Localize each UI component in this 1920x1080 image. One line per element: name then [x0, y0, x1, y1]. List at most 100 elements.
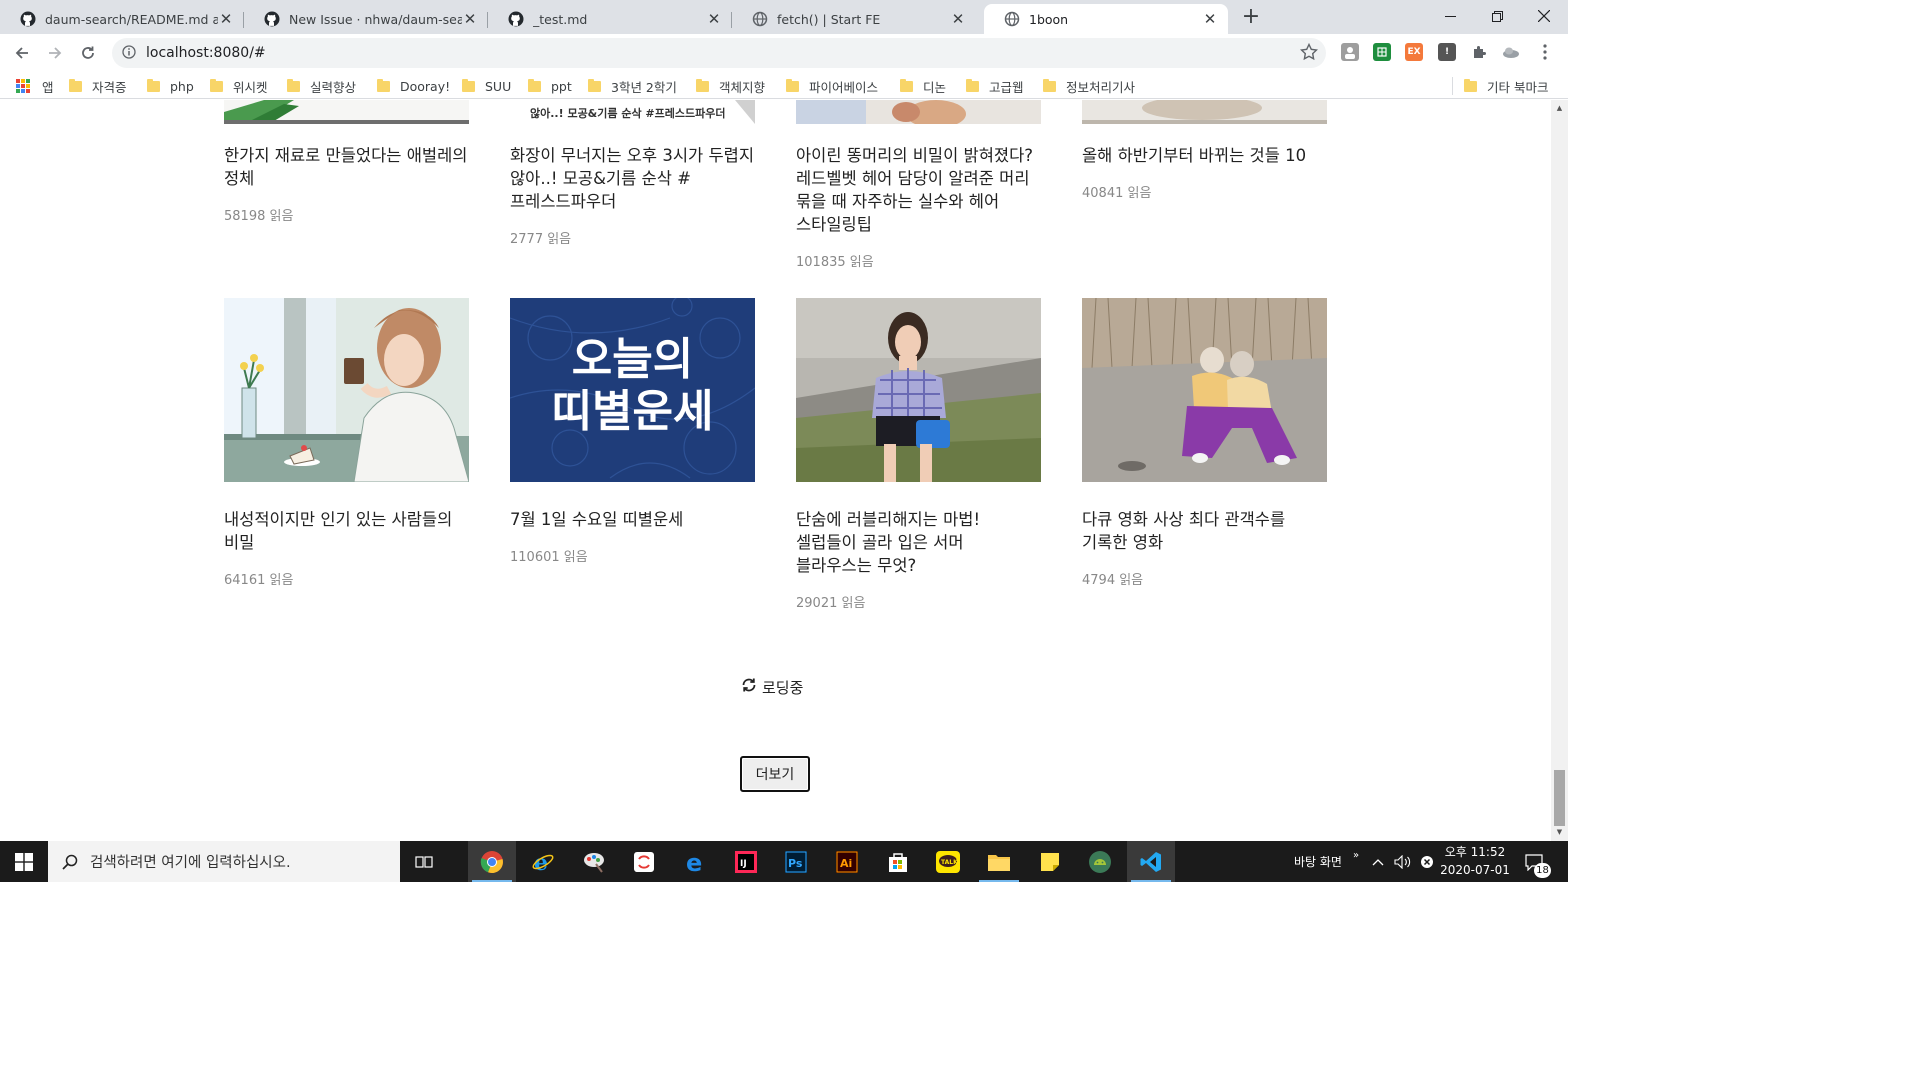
minimize-button[interactable] — [1427, 0, 1473, 32]
store-icon[interactable] — [874, 841, 922, 882]
extension-sheets-icon[interactable] — [1373, 43, 1391, 61]
bookmark-folder[interactable]: 파이어베이스 — [786, 76, 878, 96]
bookmark-folder[interactable]: ppt — [528, 76, 572, 96]
kakaotalk-icon[interactable]: TALK — [924, 841, 972, 882]
android-icon[interactable] — [1076, 841, 1124, 882]
network-disconnected-icon[interactable] — [1420, 841, 1434, 882]
close-icon[interactable]: ✕ — [218, 11, 234, 27]
paint-icon[interactable] — [570, 841, 618, 882]
bookmark-apps[interactable]: 앱 — [16, 76, 54, 96]
bookmark-star-icon[interactable] — [1299, 42, 1319, 65]
tab-new-issue[interactable]: New Issue · nhwa/daum-search ✕ — [244, 4, 488, 34]
extensions-puzzle-icon[interactable] — [1470, 43, 1488, 61]
bookmark-folder[interactable]: 정보처리기사 — [1043, 76, 1135, 96]
extension-cloud-icon[interactable] — [1502, 43, 1520, 61]
article-title[interactable]: 한가지 재료로 만들었다는 애벌레의 정체 — [224, 144, 469, 190]
article-thumbnail[interactable] — [796, 298, 1041, 482]
bookmark-folder[interactable]: 위시켓 — [210, 76, 268, 96]
bookmark-folder[interactable]: 실력향상 — [287, 76, 356, 96]
chrome-icon[interactable] — [468, 841, 516, 882]
ie-icon[interactable]: e — [519, 841, 567, 882]
article-card[interactable]: 오늘의 띠별운세 7월 1일 수요일 띠별운세 110601 읽음 — [510, 298, 755, 565]
article-card[interactable]: 다큐 영화 사상 최다 관객수를 기록한 영화 4794 읽음 — [1082, 298, 1327, 588]
article-thumbnail[interactable]: 오늘의 띠별운세 — [510, 298, 755, 482]
tray-expand-icon[interactable] — [1372, 841, 1384, 882]
article-card[interactable]: 화장이 무너지는 오후 3시가 두렵지 않아..! 모공&기름 순삭 #프레스드… — [510, 144, 755, 247]
more-menu-icon[interactable] — [1536, 43, 1554, 61]
file-explorer-icon[interactable] — [975, 841, 1023, 882]
close-icon[interactable]: ✕ — [462, 11, 478, 27]
tab-test-md[interactable]: _test.md ✕ — [488, 4, 732, 34]
bookmark-label: 위시켓 — [233, 79, 268, 95]
bookmark-folder[interactable]: 고급웹 — [966, 76, 1024, 96]
article-title[interactable]: 7월 1일 수요일 띠별운세 — [510, 508, 755, 531]
tab-daum-readme[interactable]: daum-search/README.md at master · nhwa/d… — [0, 4, 244, 34]
task-view-icon[interactable] — [400, 841, 448, 882]
article-card[interactable]: 올해 하반기부터 바뀌는 것들 10 40841 읽음 — [1082, 144, 1327, 201]
extension-ex-icon[interactable]: EX — [1405, 43, 1423, 61]
article-title[interactable]: 내성적이지만 인기 있는 사람들의 비밀 — [224, 508, 469, 554]
article-title[interactable]: 화장이 무너지는 오후 3시가 두렵지 않아..! 모공&기름 순삭 #프레스드… — [510, 144, 755, 213]
tab-fetch[interactable]: fetch() | Start FE ✕ — [732, 4, 976, 34]
article-card[interactable]: 아이린 똥머리의 비밀이 밝혀졌다? 레드벨벳 헤어 담당이 알려준 머리 묶을… — [796, 144, 1041, 270]
forward-button[interactable] — [41, 39, 69, 67]
bookmark-folder[interactable]: 디논 — [900, 76, 946, 96]
tray-chevron-icon[interactable]: » — [1353, 835, 1359, 876]
article-thumbnail[interactable] — [224, 298, 469, 482]
article-title[interactable]: 다큐 영화 사상 최다 관객수를 기록한 영화 — [1082, 508, 1327, 554]
bookmark-folder[interactable]: 자격증 — [69, 76, 127, 96]
extension-info-icon[interactable]: ! — [1438, 43, 1456, 61]
reload-icon — [82, 46, 94, 59]
arrow-left-icon — [15, 47, 28, 59]
bookmark-folder[interactable]: Dooray! — [377, 76, 450, 96]
tab-1boon[interactable]: 1boon ✕ — [984, 4, 1228, 34]
edge-icon[interactable]: e — [671, 841, 719, 882]
illustrator-icon[interactable]: Ai — [823, 841, 871, 882]
start-button[interactable] — [0, 841, 48, 882]
close-window-button[interactable] — [1521, 0, 1567, 32]
article-title[interactable]: 올해 하반기부터 바뀌는 것들 10 — [1082, 144, 1327, 167]
article-thumbnail[interactable] — [796, 100, 1041, 124]
address-bar[interactable]: localhost:8080/# — [112, 38, 1326, 68]
article-thumbnail[interactable] — [1082, 298, 1327, 482]
desktop-label[interactable]: 바탕 화면 — [1294, 841, 1342, 882]
close-icon[interactable]: ✕ — [950, 11, 966, 27]
bookmark-folder[interactable]: SUU — [462, 76, 511, 96]
maximize-button[interactable] — [1474, 0, 1520, 32]
article-title[interactable]: 아이린 똥머리의 비밀이 밝혀졌다? 레드벨벳 헤어 담당이 알려준 머리 묶을… — [796, 144, 1041, 236]
extension-profile-icon[interactable] — [1341, 43, 1359, 61]
notification-center-icon[interactable]: 18 — [1524, 841, 1551, 882]
bookmark-folder[interactable]: php — [147, 76, 194, 96]
intellij-icon[interactable]: IJ — [722, 841, 770, 882]
article-read-count: 2777 읽음 — [510, 232, 572, 247]
article-thumbnail[interactable] — [1082, 100, 1327, 124]
svg-text:Ps: Ps — [788, 857, 803, 870]
article-thumbnail[interactable]: 않아..! 모공&기름 순삭 #프레스드파우더 — [510, 100, 755, 124]
new-tab-button[interactable]: + — [1240, 6, 1262, 29]
scroll-down-arrow-icon[interactable]: ▼ — [1555, 828, 1564, 837]
article-card[interactable]: 내성적이지만 인기 있는 사람들의 비밀 64161 읽음 — [224, 298, 469, 588]
bookmark-other[interactable]: 기타 북마크 — [1464, 76, 1548, 96]
taskbar-search-box[interactable]: 검색하려면 여기에 입력하십시오. — [48, 841, 400, 882]
bookmark-folder[interactable]: 3학년 2학기 — [588, 76, 677, 96]
article-title[interactable]: 단숨에 러블리해지는 마법! 셀럽들이 골라 입은 서머 블라우스는 무엇? — [796, 508, 1041, 577]
bookmark-folder[interactable]: 객체지향 — [696, 76, 765, 96]
taskbar-clock[interactable]: 오후 11:52 2020-07-01 — [1440, 843, 1510, 879]
back-button[interactable] — [8, 39, 36, 67]
reload-button[interactable] — [74, 39, 102, 67]
photoshop-icon[interactable]: Ps — [772, 841, 820, 882]
vscode-icon[interactable] — [1127, 841, 1175, 882]
scroll-up-arrow-icon[interactable]: ▲ — [1555, 104, 1564, 113]
article-thumbnail[interactable] — [224, 100, 469, 124]
article-card[interactable]: 단숨에 러블리해지는 마법! 셀럽들이 골라 입은 서머 블라우스는 무엇? 2… — [796, 298, 1041, 611]
info-icon[interactable] — [122, 44, 136, 63]
close-icon[interactable]: ✕ — [706, 11, 722, 27]
sync-app-icon[interactable] — [620, 841, 668, 882]
scrollbar-thumb[interactable] — [1554, 770, 1565, 826]
article-card[interactable]: 한가지 재료로 만들었다는 애벌레의 정체 58198 읽음 — [224, 144, 469, 224]
page-scrollbar[interactable]: ▲ ▼ — [1551, 100, 1568, 841]
sticky-notes-icon[interactable] — [1026, 841, 1074, 882]
volume-icon[interactable] — [1394, 841, 1412, 882]
more-button[interactable]: 더보기 — [740, 756, 810, 792]
close-icon[interactable]: ✕ — [1202, 11, 1218, 27]
